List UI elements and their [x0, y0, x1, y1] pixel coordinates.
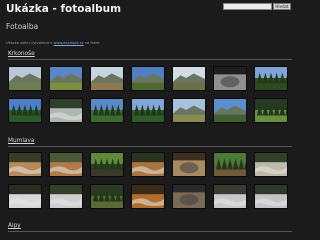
- photo-thumbnail[interactable]: [90, 152, 124, 177]
- photo-thumbnail[interactable]: [8, 98, 42, 123]
- album-title-mumlava[interactable]: Mumlava: [8, 138, 34, 144]
- photo-thumbnail[interactable]: [90, 98, 124, 123]
- page-header: Ukázka - fotoalbum Fotoalba Hledat: [0, 0, 300, 38]
- photo-thumbnail[interactable]: [8, 152, 42, 177]
- info-link[interactable]: www.example.cz: [53, 41, 83, 45]
- photo-thumbnail[interactable]: [213, 152, 247, 177]
- search-input[interactable]: [223, 3, 272, 10]
- photo-thumbnail[interactable]: [131, 184, 165, 209]
- photo-thumbnail[interactable]: [8, 66, 42, 91]
- photo-thumbnail[interactable]: [254, 184, 288, 209]
- photo-thumbnail[interactable]: [254, 66, 288, 91]
- info-prefix: Ukázka webu vytvořená v: [6, 41, 53, 45]
- photo-thumbnail[interactable]: [172, 152, 206, 177]
- photo-thumbnail[interactable]: [49, 98, 83, 123]
- photo-thumbnail[interactable]: [172, 66, 206, 91]
- photo-thumbnail[interactable]: [213, 98, 247, 123]
- album-divider: [8, 59, 292, 60]
- album-divider: [8, 146, 292, 147]
- photo-thumbnail[interactable]: [90, 66, 124, 91]
- info-text: Ukázka webu vytvořená v www.example.cz n…: [6, 41, 100, 45]
- photo-thumbnail[interactable]: [90, 184, 124, 209]
- photo-thumbnail[interactable]: [131, 66, 165, 91]
- photo-thumbnail[interactable]: [213, 184, 247, 209]
- photo-thumbnail[interactable]: [49, 152, 83, 177]
- photo-thumbnail[interactable]: [49, 184, 83, 209]
- photo-thumbnail[interactable]: [172, 98, 206, 123]
- photo-thumbnail[interactable]: [8, 184, 42, 209]
- photo-thumbnail[interactable]: [49, 66, 83, 91]
- site-title: Ukázka - fotoalbum: [6, 3, 122, 15]
- photo-thumbnail[interactable]: [254, 152, 288, 177]
- photo-thumbnail[interactable]: [254, 98, 288, 123]
- info-suffix2: fotek: [90, 41, 100, 45]
- page-subtitle: Fotoalba: [6, 22, 39, 31]
- photo-thumbnail[interactable]: [131, 98, 165, 123]
- photo-thumbnail[interactable]: [172, 184, 206, 209]
- photo-thumbnail[interactable]: [131, 152, 165, 177]
- album-title-krkonose[interactable]: Krkonoše: [8, 51, 35, 57]
- album-title-alpy[interactable]: Alpy: [8, 223, 21, 229]
- info-suffix: na: [84, 41, 90, 45]
- search-button[interactable]: Hledat: [273, 3, 291, 10]
- photo-thumbnail[interactable]: [213, 66, 247, 91]
- album-divider: [8, 231, 292, 232]
